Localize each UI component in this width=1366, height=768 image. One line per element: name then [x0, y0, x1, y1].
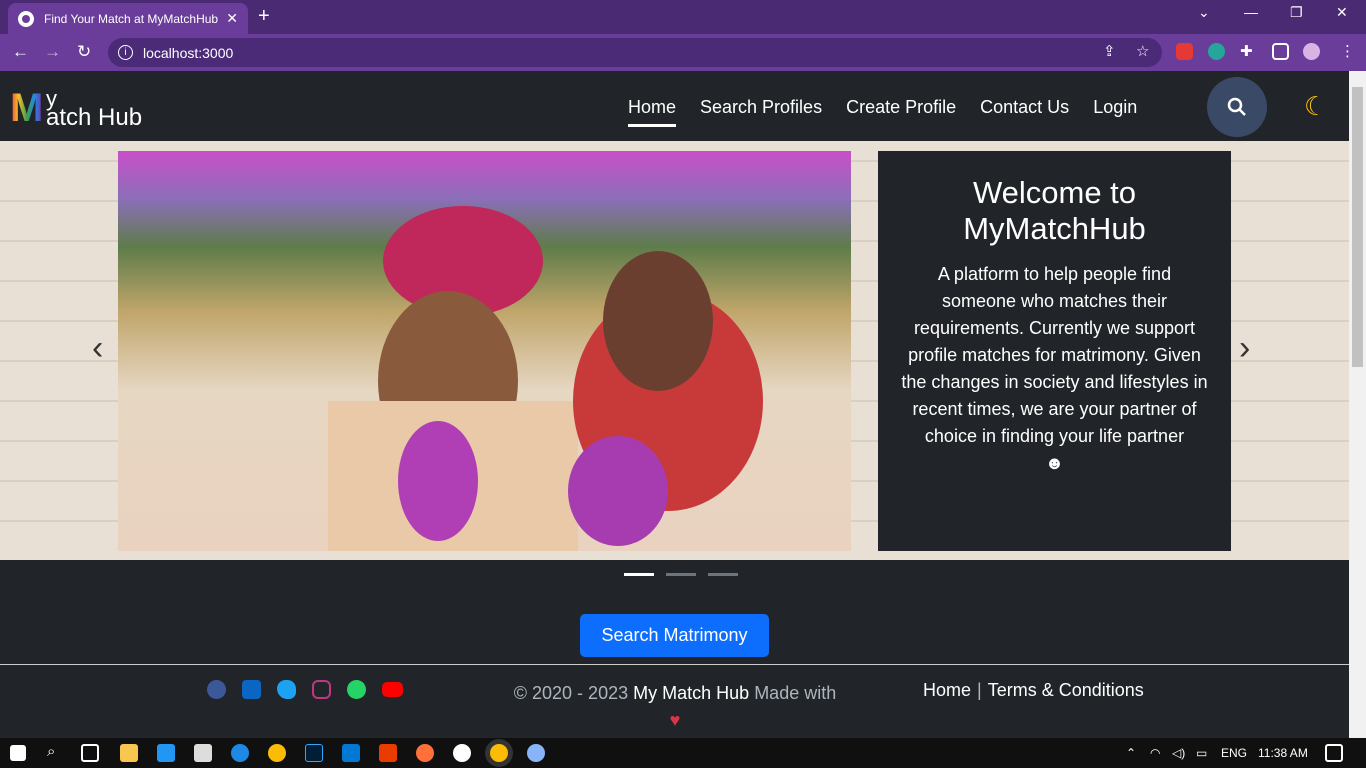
extension-icon[interactable]: [1208, 43, 1225, 60]
welcome-card: Welcome to MyMatchHub A platform to help…: [878, 151, 1231, 551]
edge-icon[interactable]: [231, 744, 249, 762]
logo-letter: M: [10, 86, 44, 130]
back-button[interactable]: ←: [12, 42, 29, 62]
dark-mode-moon-icon[interactable]: ☾: [1304, 91, 1327, 122]
file-explorer-icon[interactable]: [120, 744, 138, 762]
facebook-icon[interactable]: [207, 680, 226, 699]
tab-search-icon[interactable]: ⌄: [1198, 4, 1210, 21]
carousel-prev-button[interactable]: ‹: [92, 331, 103, 365]
footer-links: Home | Terms & Conditions: [923, 680, 1144, 700]
nav-contact-us[interactable]: Contact Us: [980, 97, 1069, 127]
tab-title: Find Your Match at MyMatchHub: [44, 11, 219, 26]
profile-avatar[interactable]: [1303, 43, 1320, 60]
nav-search-profiles[interactable]: Search Profiles: [700, 97, 822, 127]
app-icon[interactable]: [527, 744, 545, 762]
main-nav: Home Search Profiles Create Profile Cont…: [628, 97, 1137, 127]
forward-button[interactable]: →: [44, 42, 61, 62]
copyright-text: © 2020 - 2023 My Match Hub Made with ♥: [510, 680, 840, 734]
close-window-button[interactable]: ✕: [1336, 4, 1348, 21]
wifi-icon[interactable]: ◠: [1150, 746, 1160, 760]
bookmark-star-icon[interactable]: ☆: [1136, 42, 1149, 60]
office-icon[interactable]: [379, 744, 397, 762]
page-scrollbar[interactable]: [1349, 71, 1366, 738]
mail-icon[interactable]: [157, 744, 175, 762]
site-info-icon[interactable]: i: [118, 45, 133, 60]
social-links: [207, 680, 403, 699]
chevron-up-icon[interactable]: ⌃: [1126, 746, 1136, 760]
site-logo[interactable]: M y atch Hub: [10, 86, 170, 131]
share-icon[interactable]: ⇪: [1103, 42, 1116, 60]
search-icon[interactable]: ⌕: [47, 743, 55, 760]
browser-tab[interactable]: Find Your Match at MyMatchHub ✕: [8, 3, 248, 34]
menu-dots-icon[interactable]: ⋮: [1340, 42, 1355, 60]
extension-icon[interactable]: [1176, 43, 1193, 60]
instagram-icon[interactable]: [312, 680, 331, 699]
youtube-icon[interactable]: [382, 682, 403, 697]
hero-couple-image: [118, 151, 851, 551]
photoshop-icon[interactable]: [305, 744, 323, 762]
task-view-icon[interactable]: [81, 744, 99, 762]
side-panel-icon[interactable]: [1272, 43, 1289, 60]
footer-brand: My Match Hub: [633, 683, 750, 703]
minimize-button[interactable]: —: [1244, 4, 1258, 20]
scrollbar-thumb[interactable]: [1352, 87, 1363, 367]
firefox-icon[interactable]: [416, 744, 434, 762]
carousel-indicators: [624, 573, 738, 576]
logo-text: atch Hub: [46, 104, 143, 131]
search-button[interactable]: [1207, 77, 1267, 137]
volume-icon[interactable]: ◁): [1172, 746, 1185, 760]
site-navbar: M y atch Hub Home Search Profiles Create…: [0, 71, 1349, 141]
nav-login[interactable]: Login: [1093, 97, 1137, 127]
carousel-indicator[interactable]: [666, 573, 696, 576]
footer-link-terms[interactable]: Terms & Conditions: [988, 680, 1144, 700]
browser-tab-bar: Find Your Match at MyMatchHub ✕ + ⌄ — ❐ …: [0, 0, 1366, 34]
welcome-description: A platform to help people find someone w…: [901, 264, 1208, 473]
chrome-icon[interactable]: [268, 744, 286, 762]
smiley-icon: ☻: [1045, 453, 1064, 473]
footer-link-home[interactable]: Home: [923, 680, 971, 700]
hero-carousel: Welcome to MyMatchHub A platform to help…: [0, 141, 1349, 560]
address-bar[interactable]: i localhost:3000: [108, 38, 1162, 67]
carousel-indicator[interactable]: [624, 573, 654, 576]
search-matrimony-button[interactable]: Search Matrimony: [580, 614, 769, 657]
battery-icon[interactable]: ▭: [1196, 746, 1207, 760]
twitter-icon[interactable]: [277, 680, 296, 699]
site-footer: © 2020 - 2023 My Match Hub Made with ♥ H…: [0, 664, 1349, 738]
nav-home[interactable]: Home: [628, 97, 677, 127]
heart-icon: ♥: [669, 710, 681, 730]
browser-toolbar: ← → ↻ i localhost:3000 ⇪ ☆ ✚ ⋮: [0, 34, 1366, 71]
windows-taskbar: ⌕ ⌃ ◠ ◁) ▭ ENG 11:38 AM: [0, 738, 1366, 768]
vscode-icon[interactable]: [342, 744, 360, 762]
extensions-puzzle-icon[interactable]: ✚: [1240, 42, 1253, 60]
carousel-indicator[interactable]: [708, 573, 738, 576]
search-icon: [1227, 97, 1246, 116]
welcome-title: Welcome to MyMatchHub: [963, 175, 1146, 246]
store-icon[interactable]: [194, 744, 212, 762]
carousel-next-button[interactable]: ›: [1239, 331, 1250, 365]
reload-button[interactable]: ↻: [77, 42, 91, 62]
chrome-active-icon[interactable]: [490, 744, 508, 762]
copyright-years: © 2020 - 2023: [513, 683, 629, 703]
new-tab-button[interactable]: +: [258, 6, 270, 26]
notification-icon[interactable]: [1325, 744, 1343, 762]
close-tab-icon[interactable]: ✕: [226, 10, 238, 27]
nav-create-profile[interactable]: Create Profile: [846, 97, 956, 127]
site-favicon-icon: [18, 10, 34, 27]
restore-button[interactable]: ❐: [1290, 4, 1303, 21]
clock-time[interactable]: 11:38 AM: [1258, 746, 1308, 760]
whatsapp-icon[interactable]: [347, 680, 366, 699]
language-indicator[interactable]: ENG: [1221, 746, 1247, 760]
linkedin-icon[interactable]: [242, 680, 261, 699]
url-text: localhost:3000: [143, 44, 234, 61]
made-with-text: Made with: [754, 683, 837, 703]
slack-icon[interactable]: [453, 744, 471, 762]
windows-start-icon[interactable]: [10, 745, 26, 761]
